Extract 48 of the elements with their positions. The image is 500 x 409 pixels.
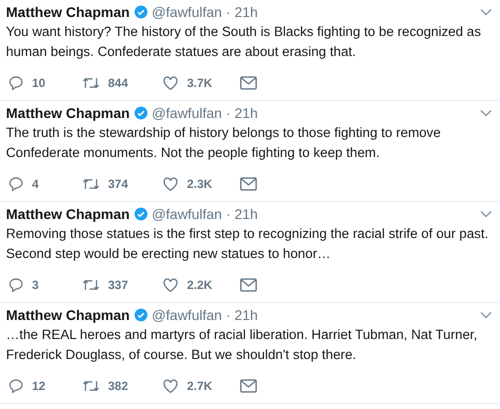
retweet-icon bbox=[82, 277, 100, 293]
tweet-time[interactable]: · 21h bbox=[226, 204, 258, 224]
speech-bubble-icon bbox=[8, 75, 24, 91]
heart-icon bbox=[162, 378, 179, 394]
caret-icon[interactable] bbox=[480, 311, 492, 319]
author-name[interactable]: Matthew Chapman bbox=[6, 204, 130, 224]
retweet-icon bbox=[82, 378, 100, 394]
message-icon[interactable] bbox=[240, 76, 257, 90]
tweet-time[interactable]: · 21h bbox=[226, 2, 258, 22]
author-handle[interactable]: @fawfulfan bbox=[152, 102, 222, 124]
caret-icon[interactable] bbox=[480, 109, 492, 117]
reply-button[interactable]: 4 bbox=[6, 175, 82, 193]
tweet-time[interactable]: · 21h bbox=[226, 102, 258, 124]
message-icon[interactable] bbox=[240, 177, 257, 191]
tweet-text: Removing those statues is the first step to recognizing the racial strife of our past. Second step would be erecting new statues to honor… bbox=[6, 225, 490, 263]
retweet-icon bbox=[82, 176, 100, 192]
tweet-text: The truth is the stewardship of history belongs to those fighting to remove Confederate monuments. Not the people fighting to keep them. bbox=[6, 124, 442, 162]
message-icon[interactable] bbox=[240, 379, 257, 393]
tweet-text: …the REAL heroes and martyrs of racial liberation. Harriet Tubman, Nat Turner, Frederick Douglass, of course. But we shouldn't stop there. bbox=[6, 326, 478, 364]
like-button[interactable]: 2.2K bbox=[162, 276, 240, 294]
author-name[interactable]: Matthew Chapman bbox=[6, 304, 130, 326]
author-handle[interactable]: @fawfulfan bbox=[152, 304, 222, 326]
tweet-time[interactable]: · 21h bbox=[226, 304, 258, 326]
reply-button[interactable]: 10 bbox=[6, 74, 82, 92]
author-name[interactable]: Matthew Chapman bbox=[6, 2, 130, 22]
reply-button[interactable]: 12 bbox=[6, 377, 82, 395]
heart-icon bbox=[162, 176, 179, 192]
heart-icon bbox=[162, 277, 179, 293]
like-button[interactable]: 3.7K bbox=[162, 74, 240, 92]
caret-icon[interactable] bbox=[480, 8, 492, 16]
caret-icon[interactable] bbox=[480, 210, 492, 218]
tweet-text: You want history? The history of the South is Blacks fighting to be recognized as human beings. Confederate statues are about erasing that. bbox=[6, 23, 482, 61]
retweet-button[interactable]: 382 bbox=[82, 377, 162, 395]
like-button[interactable]: 2.3K bbox=[162, 175, 240, 193]
retweet-button[interactable]: 337 bbox=[82, 276, 162, 294]
author-handle[interactable]: @fawfulfan bbox=[152, 2, 222, 22]
speech-bubble-icon bbox=[8, 277, 24, 293]
retweet-icon bbox=[82, 75, 100, 91]
author-handle[interactable]: @fawfulfan bbox=[152, 204, 222, 224]
speech-bubble-icon bbox=[8, 378, 24, 394]
reply-button[interactable]: 3 bbox=[6, 276, 82, 294]
speech-bubble-icon bbox=[8, 176, 24, 192]
like-button[interactable]: 2.7K bbox=[162, 377, 240, 395]
author-name[interactable]: Matthew Chapman bbox=[6, 102, 130, 124]
heart-icon bbox=[162, 75, 179, 91]
retweet-button[interactable]: 374 bbox=[82, 175, 162, 193]
message-icon[interactable] bbox=[240, 278, 257, 292]
retweet-button[interactable]: 844 bbox=[82, 74, 162, 92]
